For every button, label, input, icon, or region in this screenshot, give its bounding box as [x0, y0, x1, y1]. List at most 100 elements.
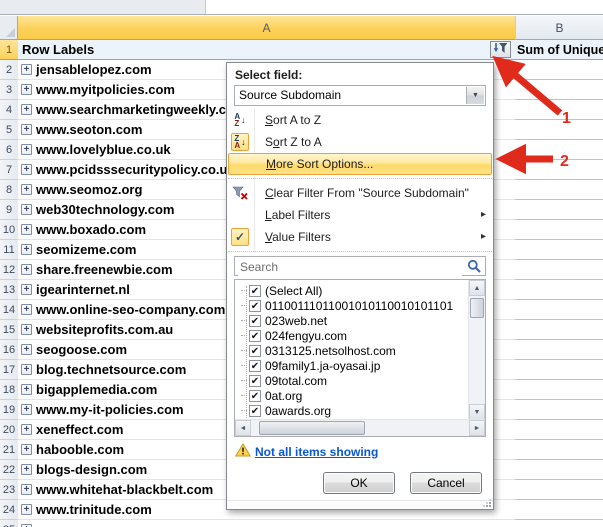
expand-icon[interactable]: +: [21, 64, 32, 75]
expand-icon[interactable]: +: [21, 364, 32, 375]
filter-list-item[interactable]: ✔ (Select All): [241, 283, 468, 298]
menu-item-value-filters[interactable]: ✓ Value Filters ▸: [227, 226, 493, 248]
clear-filter-icon: [231, 184, 249, 202]
expand-icon[interactable]: +: [21, 184, 32, 195]
filter-list-item[interactable]: ✔ 0at.org: [241, 388, 468, 403]
horizontal-scrollbar[interactable]: ◄ ►: [235, 419, 485, 436]
row-number-25[interactable]: 25: [0, 520, 18, 527]
row-number-24[interactable]: 24: [0, 500, 18, 520]
expand-icon[interactable]: +: [21, 204, 32, 215]
scroll-right-button[interactable]: ►: [469, 420, 485, 436]
row-number-1[interactable]: 1: [0, 40, 18, 60]
row-number-12[interactable]: 12: [0, 260, 18, 280]
expand-icon[interactable]: +: [21, 284, 32, 295]
filter-list-item[interactable]: ✔ 0awards.org: [241, 403, 468, 418]
expand-icon[interactable]: +: [21, 384, 32, 395]
checkbox-checked-icon[interactable]: ✔: [249, 299, 261, 312]
row-number-15[interactable]: 15: [0, 320, 18, 340]
row-number-6[interactable]: 6: [0, 140, 18, 160]
row-number-13[interactable]: 13: [0, 280, 18, 300]
checkbox-checked-icon[interactable]: ✔: [249, 344, 261, 357]
ok-button[interactable]: OK: [323, 472, 395, 494]
search-icon[interactable]: [467, 259, 482, 277]
row-number-4[interactable]: 4: [0, 100, 18, 120]
checkbox-checked-icon[interactable]: ✔: [249, 404, 261, 417]
row-number-16[interactable]: 16: [0, 340, 18, 360]
expand-icon[interactable]: +: [21, 464, 32, 475]
row-number-17[interactable]: 17: [0, 360, 18, 380]
checkbox-checked-icon[interactable]: ✔: [249, 359, 261, 372]
row-number-9[interactable]: 9: [0, 200, 18, 220]
row-number-10[interactable]: 10: [0, 220, 18, 240]
row-number-5[interactable]: 5: [0, 120, 18, 140]
filter-list-item[interactable]: ✔ 09total.com: [241, 373, 468, 388]
row-label: seomizeme.com: [36, 242, 137, 257]
column-header-a[interactable]: A: [18, 16, 515, 40]
expand-icon[interactable]: +: [21, 104, 32, 115]
filter-list-item[interactable]: ✔ 024fengyu.com: [241, 328, 468, 343]
expand-icon[interactable]: +: [21, 504, 32, 515]
resize-grip-icon[interactable]: [482, 498, 491, 507]
warning-icon: [234, 443, 252, 460]
row-number-19[interactable]: 19: [0, 400, 18, 420]
menu-item-sort-a-to-z[interactable]: A Z ↓ Sort A to Z: [227, 109, 493, 131]
horizontal-scroll-thumb[interactable]: [259, 421, 365, 435]
expand-icon[interactable]: +: [21, 84, 32, 95]
field-selector[interactable]: Source Subdomain ▼: [234, 85, 486, 106]
menu-item-sort-z-to-a[interactable]: Z A ↓ Sort Z to A: [227, 131, 493, 153]
checkbox-checked-icon[interactable]: ✔: [249, 314, 261, 327]
checkbox-checked-icon[interactable]: ✔: [249, 329, 261, 342]
chevron-down-icon[interactable]: ▼: [466, 87, 484, 104]
expand-icon[interactable]: +: [21, 224, 32, 235]
expand-icon[interactable]: +: [21, 344, 32, 355]
expand-icon[interactable]: +: [21, 264, 32, 275]
menu-item-label: Clear Filter From "Source Subdomain": [265, 186, 469, 200]
row-number-11[interactable]: 11: [0, 240, 18, 260]
checkbox-checked-icon[interactable]: ✔: [249, 389, 261, 402]
expand-icon[interactable]: +: [21, 164, 32, 175]
pivot-header-cell[interactable]: Row Labels: [18, 40, 515, 60]
row-number-2[interactable]: 2: [0, 60, 18, 80]
filter-list-item[interactable]: ✔ 0313125.netsolhost.com: [241, 343, 468, 358]
menu-item-clear-filter-from-source-subdomain[interactable]: Clear Filter From "Source Subdomain": [227, 182, 493, 204]
expand-icon[interactable]: +: [21, 404, 32, 415]
expand-icon[interactable]: +: [21, 244, 32, 255]
expand-icon[interactable]: +: [21, 324, 32, 335]
table-row[interactable]: +: [18, 520, 515, 527]
expand-icon[interactable]: +: [21, 144, 32, 155]
scroll-down-button[interactable]: ▼: [469, 404, 485, 420]
expand-icon[interactable]: +: [21, 424, 32, 435]
menu-item-label: Value Filters: [265, 230, 331, 244]
not-all-items-link[interactable]: Not all items showing: [255, 445, 378, 459]
filter-list-item[interactable]: ✔ 09family1.ja-oyasai.jp: [241, 358, 468, 373]
search-input[interactable]: [238, 258, 462, 276]
column-header-b[interactable]: B: [515, 16, 603, 40]
row-number-21[interactable]: 21: [0, 440, 18, 460]
row-number-22[interactable]: 22: [0, 460, 18, 480]
row-number-20[interactable]: 20: [0, 420, 18, 440]
row-number-8[interactable]: 8: [0, 180, 18, 200]
vertical-scroll-thumb[interactable]: [470, 298, 484, 318]
scroll-up-button[interactable]: ▲: [469, 280, 485, 296]
expand-icon[interactable]: +: [21, 484, 32, 495]
row-number-14[interactable]: 14: [0, 300, 18, 320]
cancel-button[interactable]: Cancel: [410, 472, 482, 494]
checkbox-checked-icon[interactable]: ✔: [249, 374, 261, 387]
scroll-left-button[interactable]: ◄: [235, 420, 251, 436]
expand-icon[interactable]: +: [21, 124, 32, 135]
filter-list-item[interactable]: ✔ 01100111011001010110010101101: [241, 298, 468, 313]
menu-item-label-filters[interactable]: Label Filters ▸: [227, 204, 493, 226]
vertical-scrollbar[interactable]: ▲ ▼: [468, 280, 485, 420]
sum-header-cell[interactable]: Sum of Unique Do: [515, 40, 603, 60]
expand-icon[interactable]: +: [21, 444, 32, 455]
row-number-3[interactable]: 3: [0, 80, 18, 100]
row-number-18[interactable]: 18: [0, 380, 18, 400]
row-number-7[interactable]: 7: [0, 160, 18, 180]
filter-button[interactable]: [490, 41, 511, 58]
filter-list-item[interactable]: ✔ 023web.net: [241, 313, 468, 328]
menu-item-more-sort-options[interactable]: More Sort Options...: [228, 153, 492, 175]
checkbox-checked-icon[interactable]: ✔: [249, 284, 261, 297]
select-all-corner[interactable]: [0, 16, 18, 40]
row-number-23[interactable]: 23: [0, 480, 18, 500]
expand-icon[interactable]: +: [21, 304, 32, 315]
